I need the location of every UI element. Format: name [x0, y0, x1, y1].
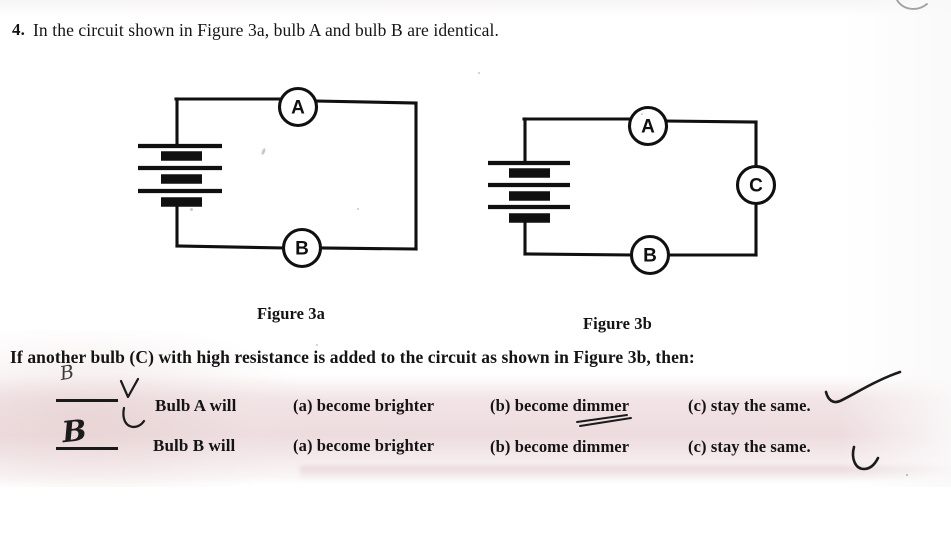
- bulb-b-symbol: B: [281, 227, 323, 269]
- bulb-b-row-prompt: Bulb B will: [153, 436, 236, 455]
- question-number: 4.: [12, 20, 25, 39]
- bulb-c-label: C: [749, 176, 763, 197]
- scan-right-fade: [840, 0, 951, 551]
- scan-speck: [641, 113, 643, 115]
- scan-speck: [316, 344, 318, 346]
- scan-edge-shading: [0, 0, 951, 16]
- bulb-b-option-a[interactable]: (a) become brighter: [293, 436, 434, 456]
- figure-3b-caption: Figure 3b: [583, 314, 652, 333]
- scan-speck: [906, 474, 908, 476]
- handwritten-check-icon-row2-left: [122, 406, 146, 429]
- paper-stain-lower-strip: [300, 466, 951, 480]
- bulb-a-option-a[interactable]: (a) become brighter: [293, 396, 434, 416]
- scan-speck: [357, 208, 359, 210]
- bulb-b-option-c[interactable]: (c) stay the same.: [688, 437, 811, 457]
- handwritten-check-icon-upper-right: [824, 370, 902, 404]
- answer-blank-line-1[interactable]: [56, 399, 118, 402]
- bulb-a-option-b[interactable]: (b) become dimmer: [490, 396, 629, 416]
- wire-bottom-right: [318, 246, 418, 251]
- follow-up-question-text: If another bulb (C) with high resistance…: [10, 347, 695, 367]
- paper-stain-band: [0, 375, 951, 485]
- bulb-a-symbol: A: [627, 105, 669, 147]
- bulb-a-symbol: A: [277, 86, 319, 128]
- answer-blank-line-2[interactable]: [56, 447, 118, 450]
- bulb-b-label: B: [295, 239, 309, 260]
- battery-symbol: [138, 143, 222, 207]
- bulb-a-option-c[interactable]: (c) stay the same.: [688, 396, 811, 416]
- question-stem-text: In the circuit shown in Figure 3a, bulb …: [33, 20, 499, 40]
- bulb-a-label: A: [641, 117, 655, 138]
- wire-bottom-left: [175, 244, 286, 250]
- figure-3a-circuit-diagram: A B: [138, 86, 418, 269]
- figure-3b-circuit-diagram: A B C: [488, 105, 777, 276]
- handwritten-check-icon-row1-left: [119, 377, 140, 399]
- bulb-b-symbol: B: [629, 234, 671, 276]
- wire-top-right: [314, 99, 418, 105]
- handwritten-check-icon-lower-right: [851, 445, 880, 471]
- wire-bottom-left: [523, 252, 634, 257]
- figure-3a-caption: Figure 3a: [257, 304, 325, 323]
- scan-speck: [190, 208, 193, 211]
- handwritten-mark-b-lower: B: [60, 412, 89, 450]
- battery-symbol: [488, 160, 570, 223]
- bulb-b-option-b[interactable]: (b) become dimmer: [490, 437, 629, 457]
- stray-ink-mark-top: [896, 0, 928, 10]
- scan-speck: [478, 72, 480, 74]
- blank-page-area: [0, 487, 951, 551]
- bulb-a-label: A: [291, 98, 305, 119]
- scanned-worksheet-page: 4. In the circuit shown in Figure 3a, bu…: [0, 0, 951, 551]
- bulb-b-label: B: [643, 246, 657, 267]
- bulb-c-symbol: C: [735, 164, 777, 206]
- wire-top-right: [664, 119, 758, 124]
- bulb-a-row-prompt: Bulb A will: [155, 396, 237, 415]
